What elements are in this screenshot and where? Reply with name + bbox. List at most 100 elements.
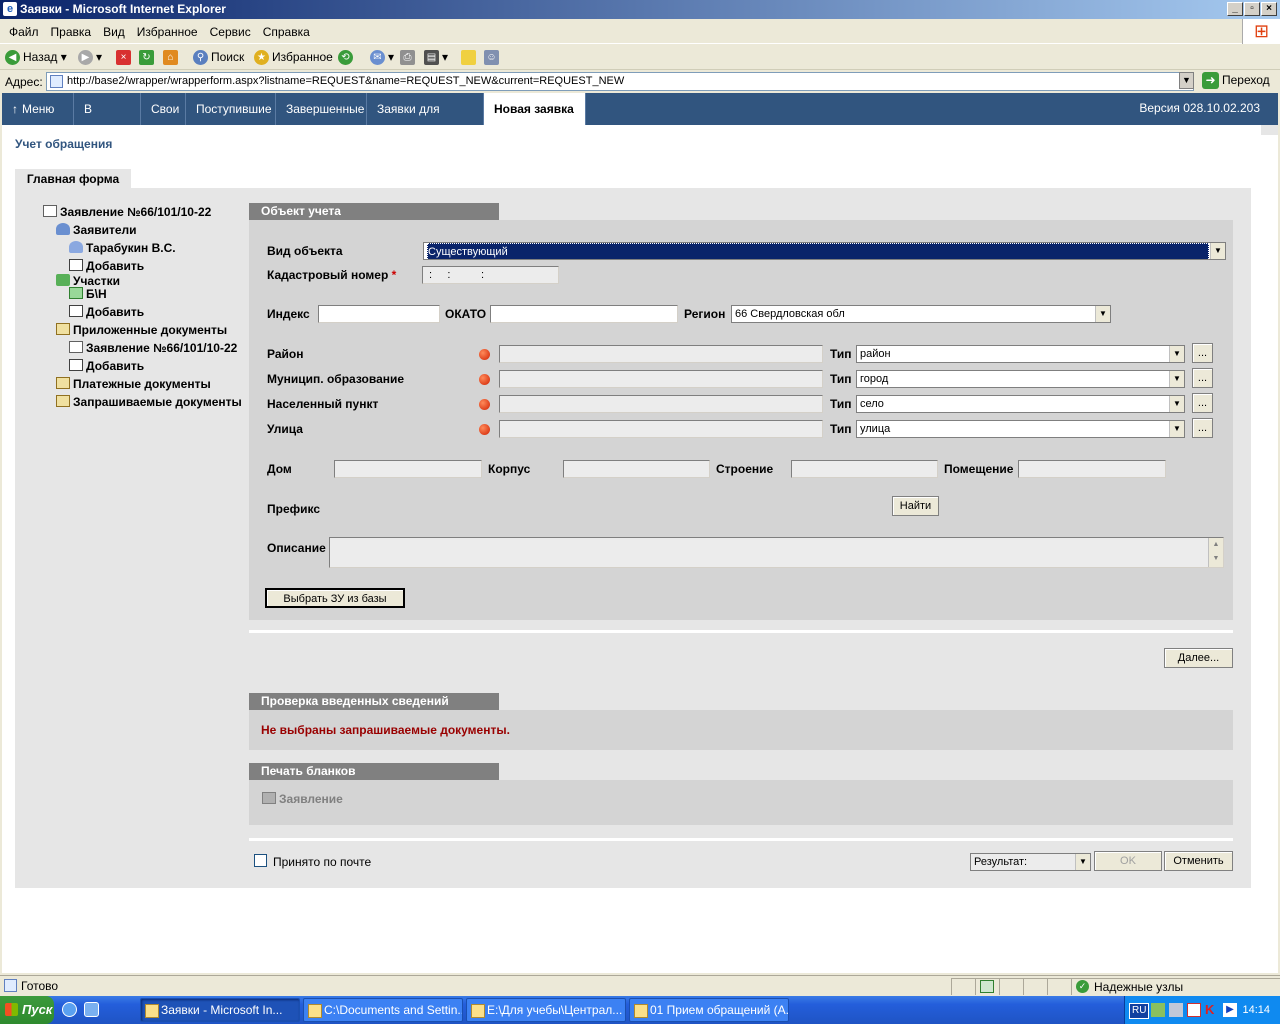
street-browse-button[interactable]: ...: [1192, 418, 1213, 438]
municipality-label: Муницип. образование: [267, 372, 405, 386]
menu-file[interactable]: Файл: [0, 19, 45, 39]
mail-button[interactable]: ✉ ▾: [370, 48, 394, 66]
kaspersky-icon[interactable]: K: [1205, 1003, 1219, 1017]
tray-icon-3[interactable]: [1187, 1003, 1201, 1017]
tree-payment-docs[interactable]: Платежные документы: [56, 377, 211, 391]
scrollbar[interactable]: [1261, 125, 1278, 135]
tree-plots[interactable]: Участки: [56, 274, 120, 288]
structure-input[interactable]: [791, 460, 938, 478]
menu-edit[interactable]: Правка: [45, 19, 98, 39]
home-button[interactable]: ⌂: [163, 48, 181, 66]
search-button[interactable]: ⚲ Поиск: [193, 48, 244, 66]
street-type-select[interactable]: улица ▼: [856, 420, 1185, 438]
task-explorer-2[interactable]: E:\Для учебы\Централ...: [466, 998, 626, 1022]
municipality-input[interactable]: [499, 370, 823, 388]
region-select[interactable]: 66 Свердловская обл ▼: [731, 305, 1111, 323]
tree-applicant[interactable]: Тарабукин В.С.: [69, 241, 176, 255]
language-indicator[interactable]: RU: [1129, 1003, 1150, 1019]
address-dropdown-button[interactable]: ▼: [1179, 72, 1194, 89]
task-ie-window[interactable]: Заявки - Microsoft In...: [140, 998, 300, 1022]
room-input[interactable]: [1018, 460, 1166, 478]
tab-menu[interactable]: ↑ Меню: [2, 93, 74, 125]
district-browse-button[interactable]: ...: [1192, 343, 1213, 363]
next-button[interactable]: Далее...: [1164, 648, 1233, 668]
refresh-button[interactable]: ↻: [139, 48, 157, 66]
tree-attached-docs[interactable]: Приложенные документы: [56, 323, 227, 337]
street-input[interactable]: [499, 420, 823, 438]
history-button[interactable]: ⟲: [338, 48, 356, 66]
menu-favorites[interactable]: Избранное: [131, 19, 204, 39]
messenger-button[interactable]: ☺: [484, 48, 502, 66]
stop-button[interactable]: ×: [116, 48, 134, 66]
chevron-down-icon: ▼: [1095, 306, 1110, 322]
ie-quicklaunch-icon[interactable]: [62, 1002, 77, 1017]
settlement-input[interactable]: [499, 395, 823, 413]
object-type-select[interactable]: Существующий ▼: [423, 242, 1226, 260]
users-icon: [56, 223, 70, 235]
municipality-type-select[interactable]: город ▼: [856, 370, 1185, 388]
tree-add-doc[interactable]: Добавить: [69, 359, 144, 373]
tree-plot[interactable]: Б\Н: [69, 287, 107, 301]
desktop-quicklaunch-icon[interactable]: [84, 1002, 99, 1017]
district-type-select[interactable]: район ▼: [856, 345, 1185, 363]
favorites-button[interactable]: ★ Избранное: [254, 48, 333, 66]
ok-button[interactable]: OK: [1094, 851, 1162, 871]
task-word-doc[interactable]: 01 Прием обращений (А...: [629, 998, 789, 1022]
address-input[interactable]: http://base2/wrapper/wrapperform.aspx?li…: [46, 72, 1194, 91]
divider: [249, 630, 1233, 633]
close-button[interactable]: ×: [1261, 2, 1277, 16]
tab-own[interactable]: Свои: [141, 93, 186, 125]
tree-applicants[interactable]: Заявители: [56, 223, 137, 237]
tab-completed[interactable]: Завершенные: [276, 93, 367, 125]
edit-button[interactable]: ▤ ▾: [424, 48, 448, 66]
description-textarea[interactable]: ▲ ▼: [329, 537, 1224, 568]
add-icon: [69, 359, 83, 371]
start-button[interactable]: Пуск: [0, 996, 54, 1024]
mail-checkbox[interactable]: [254, 854, 267, 867]
media-icon[interactable]: ▶: [1223, 1003, 1237, 1017]
result-select[interactable]: Результат: ▼: [970, 853, 1091, 871]
municipality-browse-button[interactable]: ...: [1192, 368, 1213, 388]
menu-help[interactable]: Справка: [257, 19, 316, 39]
textarea-scrollbar[interactable]: ▲ ▼: [1208, 538, 1223, 567]
tab-new-request[interactable]: Новая заявка: [484, 93, 586, 125]
menu-tools[interactable]: Сервис: [204, 19, 257, 39]
okato-input[interactable]: [490, 305, 678, 323]
tree-root[interactable]: Заявление №66/101/10-22: [43, 205, 211, 219]
tree-attached-doc[interactable]: Заявление №66/101/10-22: [69, 341, 237, 355]
print-icon: ⎙: [400, 50, 415, 66]
settlement-type-select[interactable]: село ▼: [856, 395, 1185, 413]
go-button[interactable]: Переход: [1200, 71, 1270, 90]
tree-add-plot[interactable]: Добавить: [69, 305, 144, 319]
tray-icon-2[interactable]: [1169, 1003, 1183, 1017]
tab-requests-to-accept[interactable]: Заявки для приема: [367, 93, 484, 148]
tray-icon-1[interactable]: [1151, 1003, 1165, 1017]
street-label: Улица: [267, 422, 303, 436]
index-input[interactable]: [318, 305, 440, 323]
building-input[interactable]: [563, 460, 710, 478]
task-explorer-1[interactable]: C:\Documents and Settin...: [303, 998, 463, 1022]
back-button[interactable]: ◀ Назад ▾: [5, 48, 67, 66]
cadastral-input[interactable]: : : :: [422, 266, 559, 284]
status-cell: [951, 978, 975, 995]
choose-plot-button[interactable]: Выбрать ЗУ из базы: [265, 588, 405, 608]
minimize-button[interactable]: _: [1227, 2, 1243, 16]
print-button[interactable]: ⎙: [400, 48, 418, 66]
house-input[interactable]: [334, 460, 482, 478]
tab-in-progress[interactable]: В работе: [74, 93, 141, 148]
object-section-header: Объект учета: [249, 203, 499, 220]
tab-incoming[interactable]: Поступившие: [186, 93, 276, 125]
tree-requested-docs[interactable]: Запрашиваемые документы: [56, 395, 242, 409]
discuss-button[interactable]: [461, 48, 479, 66]
settlement-browse-button[interactable]: ...: [1192, 393, 1213, 413]
menu-view[interactable]: Вид: [97, 19, 131, 39]
forward-button[interactable]: ▶ ▾: [78, 48, 102, 66]
cancel-button[interactable]: Отменить: [1164, 851, 1233, 871]
maximize-button[interactable]: ▫: [1244, 2, 1260, 16]
up-arrow-icon: ↑: [12, 102, 18, 116]
find-button[interactable]: Найти: [892, 496, 939, 516]
print-application-link[interactable]: Заявление: [262, 792, 343, 806]
tree-add-applicant[interactable]: Добавить: [69, 259, 144, 273]
tab-main-form[interactable]: Главная форма: [15, 169, 131, 189]
district-input[interactable]: [499, 345, 823, 363]
